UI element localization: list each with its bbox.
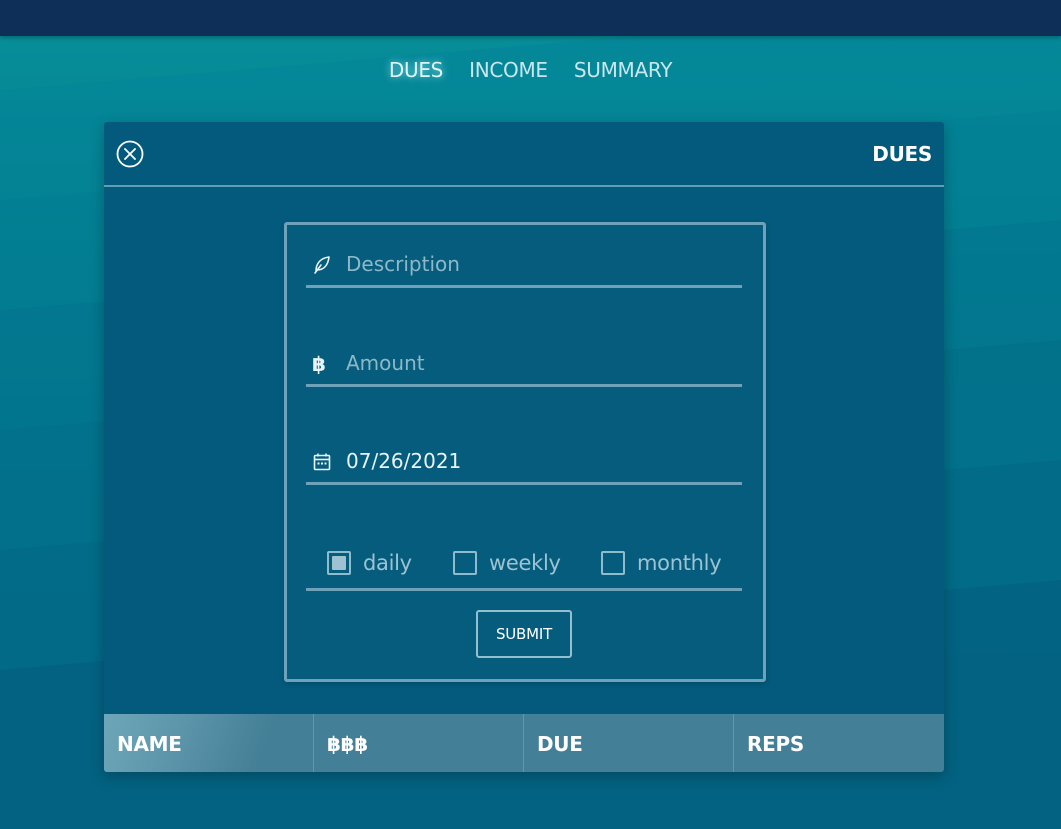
column-header-amount[interactable]: ฿฿฿ xyxy=(314,714,524,772)
dues-form: ฿ daily weekly xyxy=(284,222,766,682)
checkbox-weekly-box[interactable] xyxy=(453,551,477,575)
column-header-reps[interactable]: REPS xyxy=(734,714,944,772)
date-field xyxy=(306,442,742,485)
panel-title: DUES xyxy=(872,142,932,166)
dues-panel: DUES ฿ xyxy=(104,122,944,772)
submit-button[interactable]: SUBMIT xyxy=(476,610,572,658)
bitcoin-icon: ฿ xyxy=(312,352,326,376)
panel-header: DUES xyxy=(104,122,944,187)
checkbox-daily-label: daily xyxy=(363,551,412,575)
main-nav: DUES INCOME SUMMARY xyxy=(0,58,1061,82)
amount-input[interactable] xyxy=(346,348,726,378)
checkbox-monthly-label: monthly xyxy=(637,551,722,575)
nav-summary[interactable]: SUMMARY xyxy=(574,58,673,82)
recurrence-options: daily weekly monthly xyxy=(306,541,742,591)
checkbox-daily-box[interactable] xyxy=(327,551,351,575)
nav-dues[interactable]: DUES xyxy=(389,58,443,82)
description-field xyxy=(306,245,742,288)
date-input[interactable] xyxy=(346,446,726,476)
nav-income[interactable]: INCOME xyxy=(469,58,548,82)
dues-table-header: NAME ฿฿฿ DUE REPS xyxy=(104,714,944,772)
feather-icon xyxy=(314,256,330,274)
amount-field: ฿ xyxy=(306,344,742,387)
checkbox-monthly-box[interactable] xyxy=(601,551,625,575)
checkbox-weekly-label: weekly xyxy=(489,551,561,575)
calendar-icon xyxy=(313,453,331,471)
column-header-name[interactable]: NAME xyxy=(104,714,314,772)
description-input[interactable] xyxy=(346,249,726,279)
top-bar xyxy=(0,0,1061,36)
close-circle-icon[interactable] xyxy=(116,140,144,168)
column-header-due[interactable]: DUE xyxy=(524,714,734,772)
